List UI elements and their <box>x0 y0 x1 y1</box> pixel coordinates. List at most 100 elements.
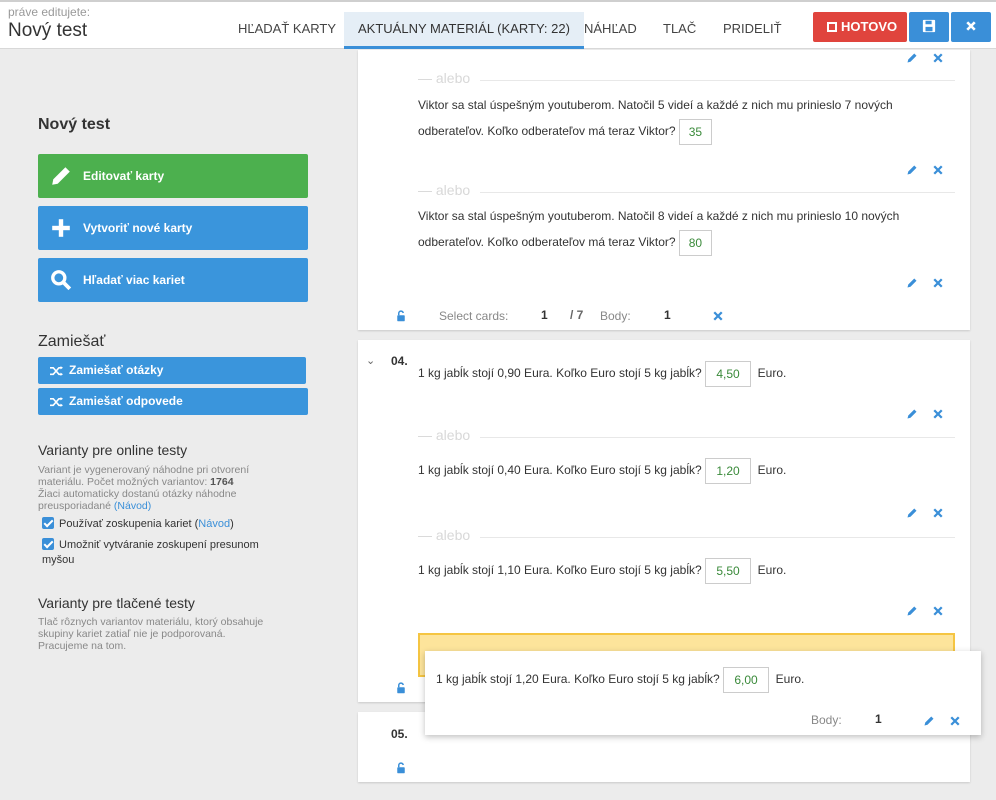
edit-pencil-icon[interactable] <box>906 408 918 420</box>
edit-pencil-icon[interactable] <box>906 277 918 289</box>
card-number: 04. <box>391 354 408 368</box>
shuffle-questions-button[interactable]: Zamiešať otázky <box>38 357 306 384</box>
separator-line <box>480 437 955 438</box>
print-variants-heading: Varianty pre tlačené testy <box>38 595 195 611</box>
search-cards-button[interactable]: Hľadať viac kariet <box>38 258 308 302</box>
question-text: 1 kg jabĺk stojí 1,10 Eura. Koľko Euro s… <box>418 557 786 584</box>
alebo-separator: — alebo <box>418 182 471 198</box>
search-cards-label: Hľadať viac kariet <box>83 273 185 287</box>
allow-groups-label: Umožniť vytváranie zoskupení presunom my… <box>42 539 259 566</box>
points-label: Body: <box>600 309 631 323</box>
answer-field[interactable]: 4,50 <box>705 360 751 387</box>
sidebar-title: Nový test <box>38 116 111 133</box>
question-text: 1 kg jabĺk stojí 0,40 Eura. Koľko Euro s… <box>418 457 786 484</box>
answer-field[interactable]: 1,20 <box>705 457 751 484</box>
question-line: Viktor sa stal úspešným youtuberom. Nato… <box>418 209 900 223</box>
tab-preview[interactable]: NÁHĽAD <box>570 12 651 49</box>
unlock-icon[interactable] <box>395 682 407 694</box>
document-title[interactable]: Nový test <box>8 20 87 42</box>
online-variants-info: Variant je vygenerovaný náhodne pri otvo… <box>38 464 278 512</box>
edit-cards-label: Editovať karty <box>83 169 165 183</box>
guide-link-2[interactable]: Návod <box>198 518 230 530</box>
tab-search-cards[interactable]: HĽADAŤ KARTY <box>224 12 350 49</box>
question-line: 1 kg jabĺk stojí 1,20 Eura. Koľko Euro s… <box>436 672 720 686</box>
shuffle-icon <box>50 366 63 376</box>
question-line: 1 kg jabĺk stojí 0,90 Eura. Koľko Euro s… <box>418 366 702 380</box>
separator-line <box>480 80 955 81</box>
top-bar: práve editujete: Nový test HĽADAŤ KARTY … <box>0 0 996 49</box>
select-cards-label: Select cards: <box>439 309 509 323</box>
close-icon <box>966 21 976 31</box>
allow-groups-checkbox[interactable]: Umožniť vytváranie zoskupení presunom my… <box>42 538 272 568</box>
floppy-icon <box>922 19 936 33</box>
unit-label: Euro. <box>757 366 787 380</box>
save-icon <box>827 22 837 32</box>
delete-x-icon[interactable] <box>712 310 724 322</box>
edit-pencil-icon[interactable] <box>906 52 918 64</box>
close-button[interactable] <box>951 12 991 42</box>
tab-assign[interactable]: PRIDELIŤ <box>709 12 796 49</box>
delete-x-icon[interactable] <box>932 277 944 289</box>
answer-field[interactable]: 5,50 <box>705 557 751 584</box>
question-line: odberateľov. Koľko odberateľov má teraz … <box>418 235 676 249</box>
shuffle-answers-button[interactable]: Zamiešať odpovede <box>38 388 308 415</box>
question-line: odberateľov. Koľko odberateľov má teraz … <box>418 124 676 138</box>
dragged-card[interactable]: 1 kg jabĺk stojí 1,20 Eura. Koľko Euro s… <box>425 651 981 735</box>
unlock-icon[interactable] <box>395 762 407 774</box>
chevron-down-icon[interactable]: ⌄ <box>366 354 375 367</box>
shuffle-questions-label: Zamiešať otázky <box>69 363 164 377</box>
edit-cards-button[interactable]: Editovať karty <box>38 154 308 198</box>
answer-field[interactable]: 35 <box>678 118 712 145</box>
unlock-icon[interactable] <box>395 310 407 322</box>
points-label: Body: <box>811 713 842 727</box>
delete-x-icon[interactable] <box>932 164 944 176</box>
variant-count: 1764 <box>210 476 234 488</box>
create-cards-button[interactable]: Vytvoriť nové karty <box>38 206 308 250</box>
points-value[interactable]: 1 <box>664 308 671 322</box>
question-line: 1 kg jabĺk stojí 1,10 Eura. Koľko Euro s… <box>418 563 702 577</box>
checkbox-checked-icon <box>42 538 54 550</box>
delete-x-icon[interactable] <box>932 605 944 617</box>
tab-print[interactable]: TLAČ <box>649 12 710 49</box>
answer-field[interactable]: 80 <box>678 229 712 256</box>
separator-line <box>480 537 955 538</box>
checkbox-checked-icon <box>42 517 54 529</box>
alebo-separator: — alebo <box>418 427 471 443</box>
tab-current-material[interactable]: AKTUÁLNY MATERIÁL (KARTY: 22) <box>344 12 584 49</box>
done-label: HOTOVO <box>841 19 898 34</box>
edit-pencil-icon[interactable] <box>906 605 918 617</box>
separator-line <box>480 192 955 193</box>
guide-link[interactable]: (Návod) <box>114 500 151 512</box>
delete-x-icon[interactable] <box>949 715 961 727</box>
save-button[interactable] <box>909 12 949 42</box>
edit-pencil-icon[interactable] <box>906 507 918 519</box>
question-text: Viktor sa stal úspešným youtuberom. Nato… <box>418 92 938 145</box>
question-line: 1 kg jabĺk stojí 0,40 Eura. Koľko Euro s… <box>418 463 702 477</box>
shuffle-answers-label: Zamiešať odpovede <box>69 394 183 408</box>
search-icon <box>51 270 72 291</box>
alebo-separator: — alebo <box>418 527 471 543</box>
question-text: 1 kg jabĺk stojí 1,20 Eura. Koľko Euro s… <box>436 666 804 693</box>
edit-pencil-icon[interactable] <box>923 715 935 727</box>
points-value[interactable]: 1 <box>875 712 882 726</box>
unit-label: Euro. <box>775 672 805 686</box>
select-cards-value[interactable]: 1 <box>541 308 548 322</box>
pencil-icon <box>52 167 70 185</box>
unit-label: Euro. <box>757 463 787 477</box>
question-text: 1 kg jabĺk stojí 0,90 Eura. Koľko Euro s… <box>418 360 786 387</box>
print-variants-info: Tlač rôznych variantov materiálu, ktorý … <box>38 616 264 652</box>
alebo-separator: — alebo <box>418 70 471 86</box>
question-text: Viktor sa stal úspešným youtuberom. Nato… <box>418 203 938 256</box>
sidebar: Nový test Editovať karty Vytvoriť nové k… <box>0 50 340 800</box>
delete-x-icon[interactable] <box>932 52 944 64</box>
answer-field[interactable]: 6,00 <box>723 666 769 693</box>
edit-pencil-icon[interactable] <box>906 164 918 176</box>
done-button[interactable]: HOTOVO <box>813 12 907 42</box>
delete-x-icon[interactable] <box>932 507 944 519</box>
use-groups-label: Používať zoskupenia kariet <box>59 518 192 530</box>
use-groups-checkbox[interactable]: Používať zoskupenia kariet (Návod) <box>42 517 234 532</box>
select-cards-total: / 7 <box>570 308 584 322</box>
plus-icon <box>52 219 70 237</box>
shuffle-heading: Zamiešať <box>38 333 106 350</box>
delete-x-icon[interactable] <box>932 408 944 420</box>
